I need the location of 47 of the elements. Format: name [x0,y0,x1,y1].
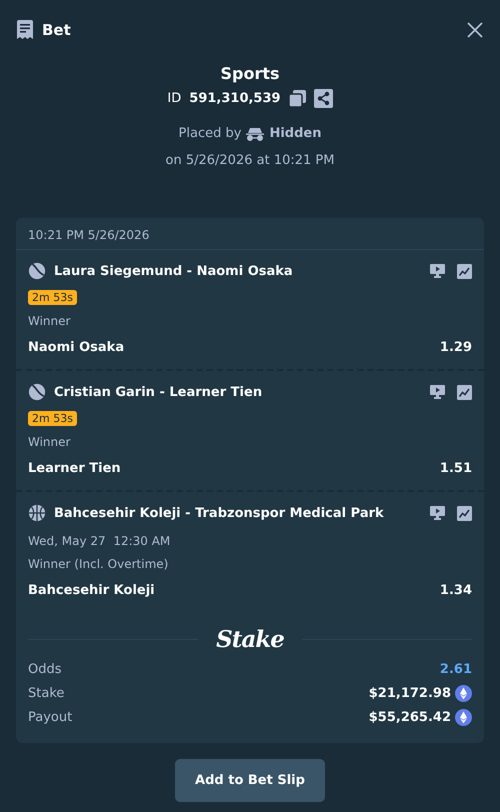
live-timer-badge: 2m 53s [28,411,77,426]
total-label: Stake [28,686,64,700]
total-label: Payout [28,710,72,724]
tennis-ball-icon [28,262,46,280]
selection-name: Learner Tien [28,461,121,476]
market-name: Winner [28,435,72,449]
bet-category: Sports [220,64,280,83]
live-timer-badge: 2m 53s [28,290,77,305]
total-label: Odds [28,662,62,676]
placed-by-label: Placed by [178,126,242,141]
selection-name: Bahcesehir Koleji [28,583,155,598]
stats-chart-icon[interactable] [457,264,472,278]
stats-chart-icon[interactable] [457,384,472,400]
event-name: Laura Siegemund - Naomi Osaka [54,264,294,278]
ethereum-coin-icon [455,684,472,702]
close-button[interactable] [466,21,484,39]
add-to-bet-slip-button[interactable]: Add to Bet Slip [175,759,325,802]
live-stream-icon[interactable] [430,264,445,278]
event-name: Cristian Garin - Learner Tien [54,384,264,400]
stats-chart-icon[interactable] [457,506,472,520]
selection-odds: 1.51 [440,461,472,476]
placed-by-user: Hidden [269,126,322,141]
bet-id: 591,310,539 [189,91,281,106]
slip-timestamp: 10:21 PM 5/26/2026 [16,218,484,250]
live-stream-icon[interactable] [430,384,445,398]
placed-date: on 5/26/2026 at 10:21 PM [166,153,334,168]
start-time: Wed, May 27 12:30 AM [28,534,172,548]
share-button[interactable] [314,89,333,108]
dialog-title: Bet [42,21,71,39]
event-name: Bahcesehir Koleji - Trabzonspor Medical Park [54,506,385,520]
incognito-icon [246,126,264,140]
copy-button[interactable] [288,90,306,107]
basketball-icon [28,504,46,522]
market-name: Winner (Incl. Overtime) [28,557,170,571]
id-label: ID [167,91,182,106]
live-stream-icon[interactable] [430,506,445,520]
selection-name: Naomi Osaka [28,340,124,355]
brand-logo: Stake [216,626,284,653]
selection-odds: 1.34 [440,583,472,598]
total-value: $55,265.42 [368,710,451,724]
total-value: $21,172.98 [368,686,451,700]
ethereum-coin-icon [455,708,472,726]
market-name: Winner [28,314,72,328]
receipt-icon [16,20,34,40]
tennis-ball-icon [28,383,46,401]
selection-odds: 1.29 [440,340,472,355]
total-value: 2.61 [440,662,472,676]
